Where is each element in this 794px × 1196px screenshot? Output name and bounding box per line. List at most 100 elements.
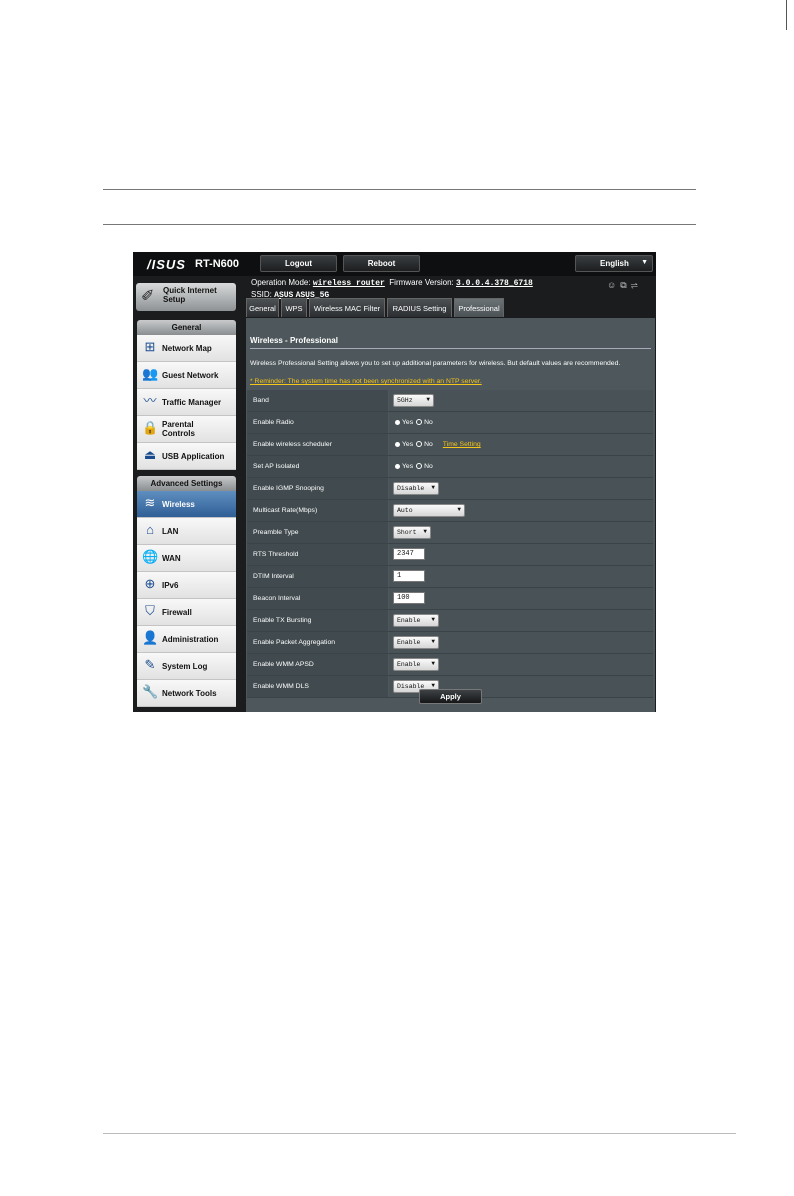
select-value: Enable (397, 617, 421, 624)
divider-bottom (103, 224, 696, 225)
row-label: Enable WMM DLS (247, 676, 388, 697)
sidebar-item-parental-controls[interactable]: 🔒 Parental Controls (137, 416, 236, 443)
language-select[interactable]: English ▼ (575, 255, 653, 272)
router-screenshot: /ISUS RT-N600 Logout Reboot English ▼ Op… (133, 252, 656, 712)
chevron-down-icon: ▼ (431, 484, 435, 491)
sidebar-item-system-log[interactable]: ✎ System Log (137, 653, 236, 680)
row-label: Enable TX Bursting (247, 610, 388, 631)
row-label: Band (247, 390, 388, 411)
wifi-icon: ≋ (144, 495, 156, 510)
tab-radius-setting[interactable]: RADIUS Setting (387, 298, 452, 317)
status-icons: ☺⧉⇌ (607, 280, 642, 291)
chevron-down-icon: ▼ (431, 682, 435, 689)
beacon-interval-input[interactable]: 100 (393, 592, 425, 604)
quick-internet-setup-button[interactable]: ✐ Quick Internet Setup (136, 283, 236, 311)
table-row: Enable Packet Aggregation Enable ▼ (247, 632, 653, 654)
dtim-interval-input[interactable]: 1 (393, 570, 425, 582)
row-label: RTS Threshold (247, 544, 388, 565)
user-icon[interactable]: ☺ (607, 280, 620, 290)
traffic-chart-icon: 〰 (143, 393, 157, 408)
rts-threshold-input[interactable]: 2347 (393, 548, 425, 560)
tab-wps[interactable]: WPS (281, 298, 307, 317)
sidebar-item-label: Firewall (162, 608, 192, 617)
table-row: Band 5GHz ▼ (247, 390, 653, 412)
table-row: Beacon Interval 100 (247, 588, 653, 610)
top-bar: /ISUS RT-N600 Logout Reboot English ▼ (133, 252, 656, 276)
packet-aggregation-select[interactable]: Enable ▼ (393, 636, 439, 649)
reboot-button[interactable]: Reboot (343, 255, 420, 272)
select-value: Short (397, 529, 417, 536)
chevron-down-icon: ▼ (426, 396, 430, 403)
chevron-down-icon: ▼ (457, 506, 461, 513)
op-mode-link[interactable]: wireless router (313, 279, 385, 288)
ap-isolated-options[interactable]: Yes No (395, 456, 433, 477)
row-label: Enable Radio (247, 412, 388, 433)
page-description: Wireless Professional Setting allows you… (250, 360, 621, 367)
network-map-icon: ⊞ (144, 339, 156, 354)
sidebar-item-usb-application[interactable]: ⏏ USB Application (137, 443, 236, 470)
tab-professional[interactable]: Professional (454, 298, 504, 317)
sidebar-item-label: LAN (162, 527, 179, 536)
home-icon: ⌂ (146, 522, 154, 537)
sidebar-item-label: Traffic Manager (162, 398, 222, 407)
yes-label: Yes (402, 463, 414, 470)
sidebar-item-administration[interactable]: 👤 Administration (137, 626, 236, 653)
sidebar-item-firewall[interactable]: ⛉ Firewall (137, 599, 236, 626)
table-row: DTIM Interval 1 (247, 566, 653, 588)
sidebar-item-ipv6[interactable]: ⊕ IPv6 (137, 572, 236, 599)
row-label: Multicast Rate(Mbps) (247, 500, 388, 521)
table-row: Enable IGMP Snooping Disable ▼ (247, 478, 653, 500)
sidebar-item-network-map[interactable]: ⊞ Network Map (137, 335, 236, 362)
radio-selected-icon[interactable] (395, 441, 400, 447)
chevron-down-icon: ▼ (641, 259, 648, 266)
scheduler-options[interactable]: Yes No Time Setting (395, 434, 481, 455)
sidebar-item-wireless[interactable]: ≋ Wireless (137, 491, 236, 518)
sidebar-item-guest-network[interactable]: 👥 Guest Network (137, 362, 236, 389)
input-value: 2347 (397, 550, 414, 558)
logout-button[interactable]: Logout (260, 255, 337, 272)
divider-top (103, 189, 696, 190)
sidebar-item-label: Administration (162, 635, 219, 644)
log-edit-icon: ✎ (144, 657, 156, 672)
sidebar-item-label: Wireless (162, 500, 195, 509)
tools-icon: 🔧 (142, 684, 159, 699)
table-row: Multicast Rate(Mbps) Auto ▼ (247, 500, 653, 522)
yes-label: Yes (402, 441, 414, 448)
ntp-reminder-link[interactable]: * Reminder: The system time has not been… (250, 378, 482, 385)
row-label: Enable WMM APSD (247, 654, 388, 675)
firmware-link[interactable]: 3.0.0.4.378_6718 (456, 279, 533, 288)
sidebar-item-lan[interactable]: ⌂ LAN (137, 518, 236, 545)
radio-selected-icon[interactable] (395, 463, 400, 469)
radio-selected-icon[interactable] (395, 419, 400, 425)
igmp-snooping-select[interactable]: Disable ▼ (393, 482, 439, 495)
multicast-rate-select[interactable]: Auto ▼ (393, 504, 465, 517)
tab-wireless-mac-filter[interactable]: Wireless MAC Filter (309, 298, 385, 317)
row-label: Enable IGMP Snooping (247, 478, 388, 499)
row-label: Enable wireless scheduler (247, 434, 388, 455)
usb-icon[interactable]: ⇌ (631, 280, 642, 290)
sidebar-item-network-tools[interactable]: 🔧 Network Tools (137, 680, 236, 707)
enable-radio-options[interactable]: Yes No (395, 412, 433, 433)
band-select[interactable]: 5GHz ▼ (393, 394, 434, 407)
select-value: Enable (397, 639, 421, 646)
radio-empty-icon[interactable] (416, 441, 423, 448)
radio-empty-icon[interactable] (416, 463, 423, 470)
table-row: Enable WMM APSD Enable ▼ (247, 654, 653, 676)
sidebar-item-wan[interactable]: 🌐 WAN (137, 545, 236, 572)
time-setting-link[interactable]: Time Setting (443, 441, 481, 448)
sidebar-item-label: WAN (162, 554, 181, 563)
apply-button[interactable]: Apply (419, 689, 482, 704)
row-label: Beacon Interval (247, 588, 388, 609)
no-label: No (424, 441, 433, 448)
preamble-type-select[interactable]: Short ▼ (393, 526, 431, 539)
tx-bursting-select[interactable]: Enable ▼ (393, 614, 439, 627)
globe-icon: 🌐 (142, 549, 159, 564)
row-label: DTIM Interval (247, 566, 388, 587)
sidebar-item-traffic-manager[interactable]: 〰 Traffic Manager (137, 389, 236, 416)
chevron-down-icon: ▼ (431, 638, 435, 645)
radio-empty-icon[interactable] (416, 419, 423, 426)
copy-icon[interactable]: ⧉ (620, 280, 630, 290)
wmm-apsd-select[interactable]: Enable ▼ (393, 658, 439, 671)
tab-general[interactable]: General (246, 298, 279, 317)
no-label: No (424, 419, 433, 426)
